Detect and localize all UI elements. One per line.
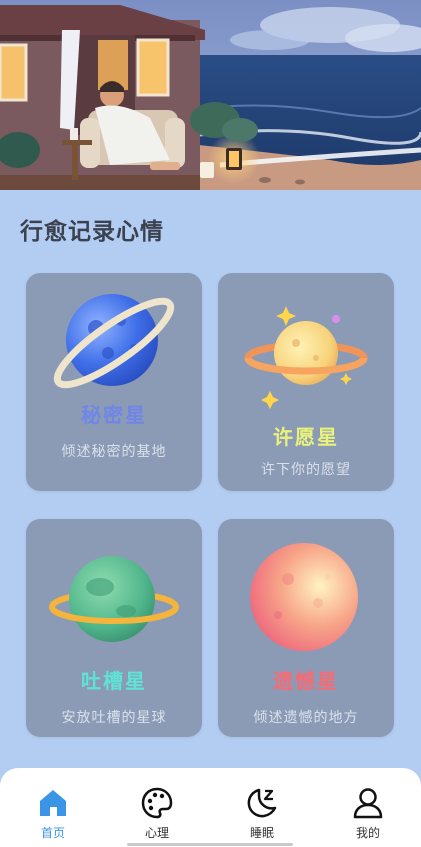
tab-label: 心理 (144, 826, 169, 840)
card-title: 许愿星 (273, 425, 339, 449)
card-secret-star[interactable]: 秘密星 倾述秘密的基地 (26, 273, 202, 491)
pink-planet-icon (250, 543, 358, 651)
card-rant-star[interactable]: 吐槽星 安放吐槽的星球 (26, 519, 202, 737)
yellow-planet-icon (244, 306, 368, 409)
tab-label: 首页 (40, 826, 65, 840)
card-description: 倾述遗憾的地方 (253, 710, 359, 726)
hero-illustration (0, 0, 421, 190)
green-planet-icon (49, 556, 179, 642)
blue-planet-icon (53, 294, 175, 389)
tab-sleep[interactable]: 睡眠 (232, 786, 292, 842)
palette-icon (141, 787, 173, 819)
tab-psychology[interactable]: 心理 (127, 786, 187, 842)
home-icon (40, 790, 66, 816)
tab-bar: 首页 心理 睡眠 我的 (0, 768, 421, 847)
section-title: 行愈记录心情 (20, 219, 164, 245)
card-title: 吐槽星 (81, 669, 147, 693)
user-icon (353, 788, 383, 819)
card-description: 倾述秘密的基地 (61, 444, 167, 460)
card-description: 许下你的愿望 (261, 462, 351, 478)
tab-mine[interactable]: 我的 (338, 786, 398, 842)
home-indicator (127, 843, 293, 846)
card-title: 遗憾星 (273, 669, 339, 693)
moon-sleep-icon (247, 788, 277, 818)
card-title: 秘密星 (81, 403, 147, 427)
card-wish-star[interactable]: 许愿星 许下你的愿望 (218, 273, 394, 491)
card-description: 安放吐槽的星球 (61, 710, 167, 726)
tab-label: 我的 (355, 826, 380, 840)
tab-label: 睡眠 (249, 826, 274, 840)
card-regret-star[interactable]: 遗憾星 倾述遗憾的地方 (218, 519, 394, 737)
tab-home[interactable]: 首页 (23, 786, 83, 842)
